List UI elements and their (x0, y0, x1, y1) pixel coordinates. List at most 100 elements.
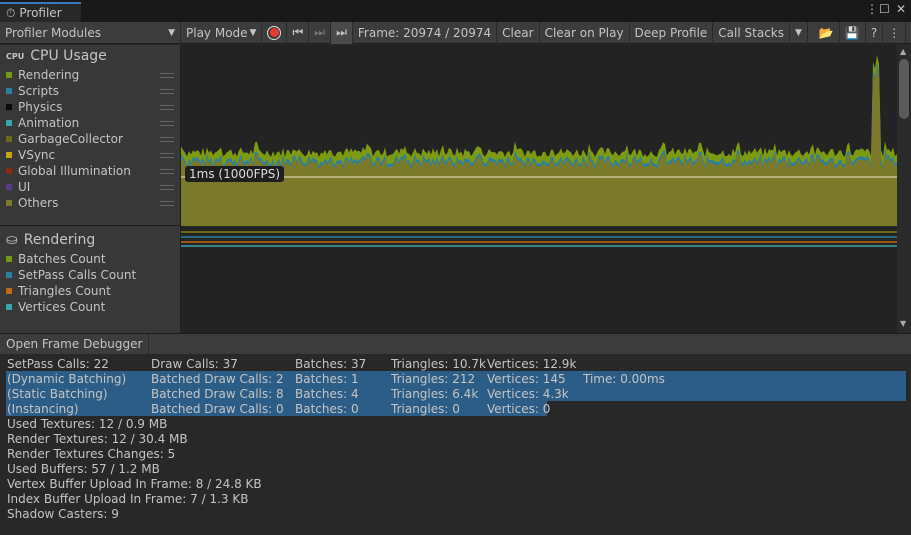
folder-icon: 📂 (818, 25, 834, 40)
drag-handle-icon[interactable] (160, 168, 174, 174)
stat-cell: Vertices: 145 (487, 372, 566, 386)
stat-line: Render Textures Changes: 5 (7, 447, 176, 461)
stat-cell: Batched Draw Calls: 2 (151, 372, 284, 386)
details-toolbar: Open Frame Debugger (0, 333, 911, 354)
legend-label: Others (18, 196, 59, 210)
color-swatch (6, 304, 12, 310)
rendering-chart[interactable] (181, 227, 897, 333)
save-icon: 💾 (844, 25, 860, 40)
open-frame-debugger-button[interactable]: Open Frame Debugger (0, 334, 150, 354)
last-frame-icon: ⏭ (336, 25, 347, 39)
legend-label: Triangles Count (18, 284, 111, 298)
legend-item[interactable]: Global Illumination (0, 163, 180, 179)
drag-handle-icon[interactable] (160, 104, 174, 110)
stat-cell: (Instancing) (7, 402, 79, 416)
dropdown-arrow-icon: ▼ (249, 27, 257, 38)
drag-handle-icon[interactable] (160, 136, 174, 142)
legend-label: Vertices Count (18, 300, 106, 314)
legend-item[interactable]: Rendering (0, 67, 180, 83)
deep-profile-button[interactable]: Deep Profile (630, 21, 714, 44)
stat-line: Render Textures: 12 / 30.4 MB (7, 432, 188, 446)
color-swatch (6, 272, 12, 278)
stat-cell: Batches: 0 (295, 402, 359, 416)
stat-cell: Triangles: 212 (391, 372, 476, 386)
clear-button[interactable]: Clear (497, 21, 540, 44)
next-frame-button[interactable]: ⏭ (309, 21, 332, 44)
step-back-icon: ⏮ (292, 25, 304, 39)
legend-item[interactable]: Physics (0, 99, 180, 115)
first-frame-button[interactable]: ⏮ (287, 21, 310, 44)
more-icon[interactable]: ⋮ (866, 2, 878, 16)
drag-handle-icon[interactable] (160, 72, 174, 78)
color-swatch (6, 104, 12, 110)
legend-label: Global Illumination (18, 164, 131, 178)
call-stacks-dropdown[interactable]: ▼ (790, 21, 808, 44)
call-stacks-button[interactable]: Call Stacks (713, 21, 790, 44)
tab-title: Profiler (19, 6, 62, 20)
scrollbar-thumb[interactable] (899, 59, 909, 119)
stat-cell: Vertices: 12.9k (487, 357, 577, 371)
legend-item[interactable]: Batches Count (0, 251, 180, 267)
stat-line: Vertex Buffer Upload In Frame: 8 / 24.8 … (7, 477, 262, 491)
color-swatch (6, 184, 12, 190)
cpu-module[interactable]: CPU CPU Usage Rendering Scripts Physics Anim… (0, 45, 180, 226)
legend-item[interactable]: Animation (0, 115, 180, 131)
profiler-modules-dropdown[interactable]: Profiler Modules ▼ (0, 21, 181, 44)
play-mode-label: Play Mode (186, 25, 248, 40)
vertical-scrollbar[interactable]: ▲ ▼ (897, 45, 911, 333)
stat-line: Used Textures: 12 / 0.9 MB (7, 417, 168, 431)
clear-on-play-button[interactable]: Clear on Play (540, 21, 630, 44)
color-swatch (6, 120, 12, 126)
drag-handle-icon[interactable] (160, 88, 174, 94)
stat-cell: Batched Draw Calls: 8 (151, 387, 284, 401)
maximize-icon[interactable]: ☐ (879, 2, 890, 16)
legend-label: Batches Count (18, 252, 106, 266)
rendering-title: Rendering (23, 232, 96, 248)
legend-item[interactable]: GarbageCollector (0, 131, 180, 147)
cpu-icon: CPU (6, 51, 25, 61)
legend-label: VSync (18, 148, 56, 162)
legend-item[interactable]: SetPass Calls Count (0, 267, 180, 283)
drag-handle-icon[interactable] (160, 152, 174, 158)
stat-cell: Batches: 4 (295, 387, 359, 401)
legend-item[interactable]: Others (0, 195, 180, 211)
play-mode-dropdown[interactable]: Play Mode ▼ (181, 21, 263, 44)
others-area (181, 66, 897, 226)
menu-button[interactable]: ⋮ (883, 21, 907, 44)
step-forward-icon: ⏭ (314, 25, 326, 39)
color-swatch (6, 288, 12, 294)
more-icon: ⋮ (888, 25, 901, 40)
load-button[interactable]: 📂 (814, 21, 840, 44)
chart-threshold-label: 1ms (1000FPS) (185, 166, 285, 182)
legend-item[interactable]: UI (0, 179, 180, 195)
cpu-usage-chart[interactable] (181, 45, 897, 226)
current-frame-button[interactable]: ⏭ (331, 21, 353, 44)
stat-line: Shadow Casters: 9 (7, 507, 119, 521)
color-swatch (6, 152, 12, 158)
stat-cell: Draw Calls: 37 (151, 357, 238, 371)
cpu-module-title: CPU CPU Usage (0, 45, 180, 67)
close-icon[interactable]: ✕ (896, 2, 906, 16)
rendering-module[interactable]: ⛀ Rendering Batches Count SetPass Calls Co… (0, 226, 180, 315)
drag-handle-icon[interactable] (160, 200, 174, 206)
color-swatch (6, 168, 12, 174)
record-button[interactable] (262, 21, 288, 44)
drag-handle-icon[interactable] (160, 120, 174, 126)
drag-handle-icon[interactable] (160, 184, 174, 190)
legend-item[interactable]: Vertices Count (0, 299, 180, 315)
dropdown-arrow-icon: ▼ (795, 27, 802, 38)
scroll-up-icon[interactable]: ▲ (900, 47, 906, 56)
color-swatch (6, 72, 12, 78)
legend-label: GarbageCollector (18, 132, 123, 146)
save-button[interactable]: 💾 (840, 21, 866, 44)
help-button[interactable]: ? (866, 21, 884, 44)
legend-item[interactable]: Scripts (0, 83, 180, 99)
tab-profiler[interactable]: ⏱ Profiler (0, 2, 81, 22)
tab-bar: ⏱ Profiler ⋮ ☐ ✕ (0, 0, 911, 22)
legend-item[interactable]: Triangles Count (0, 283, 180, 299)
legend-item[interactable]: VSync (0, 147, 180, 163)
profiler-icon: ⏱ (6, 5, 16, 20)
rendering-icon: ⛀ (6, 232, 18, 248)
scroll-down-icon[interactable]: ▼ (900, 319, 906, 328)
legend-label: Animation (18, 116, 80, 130)
